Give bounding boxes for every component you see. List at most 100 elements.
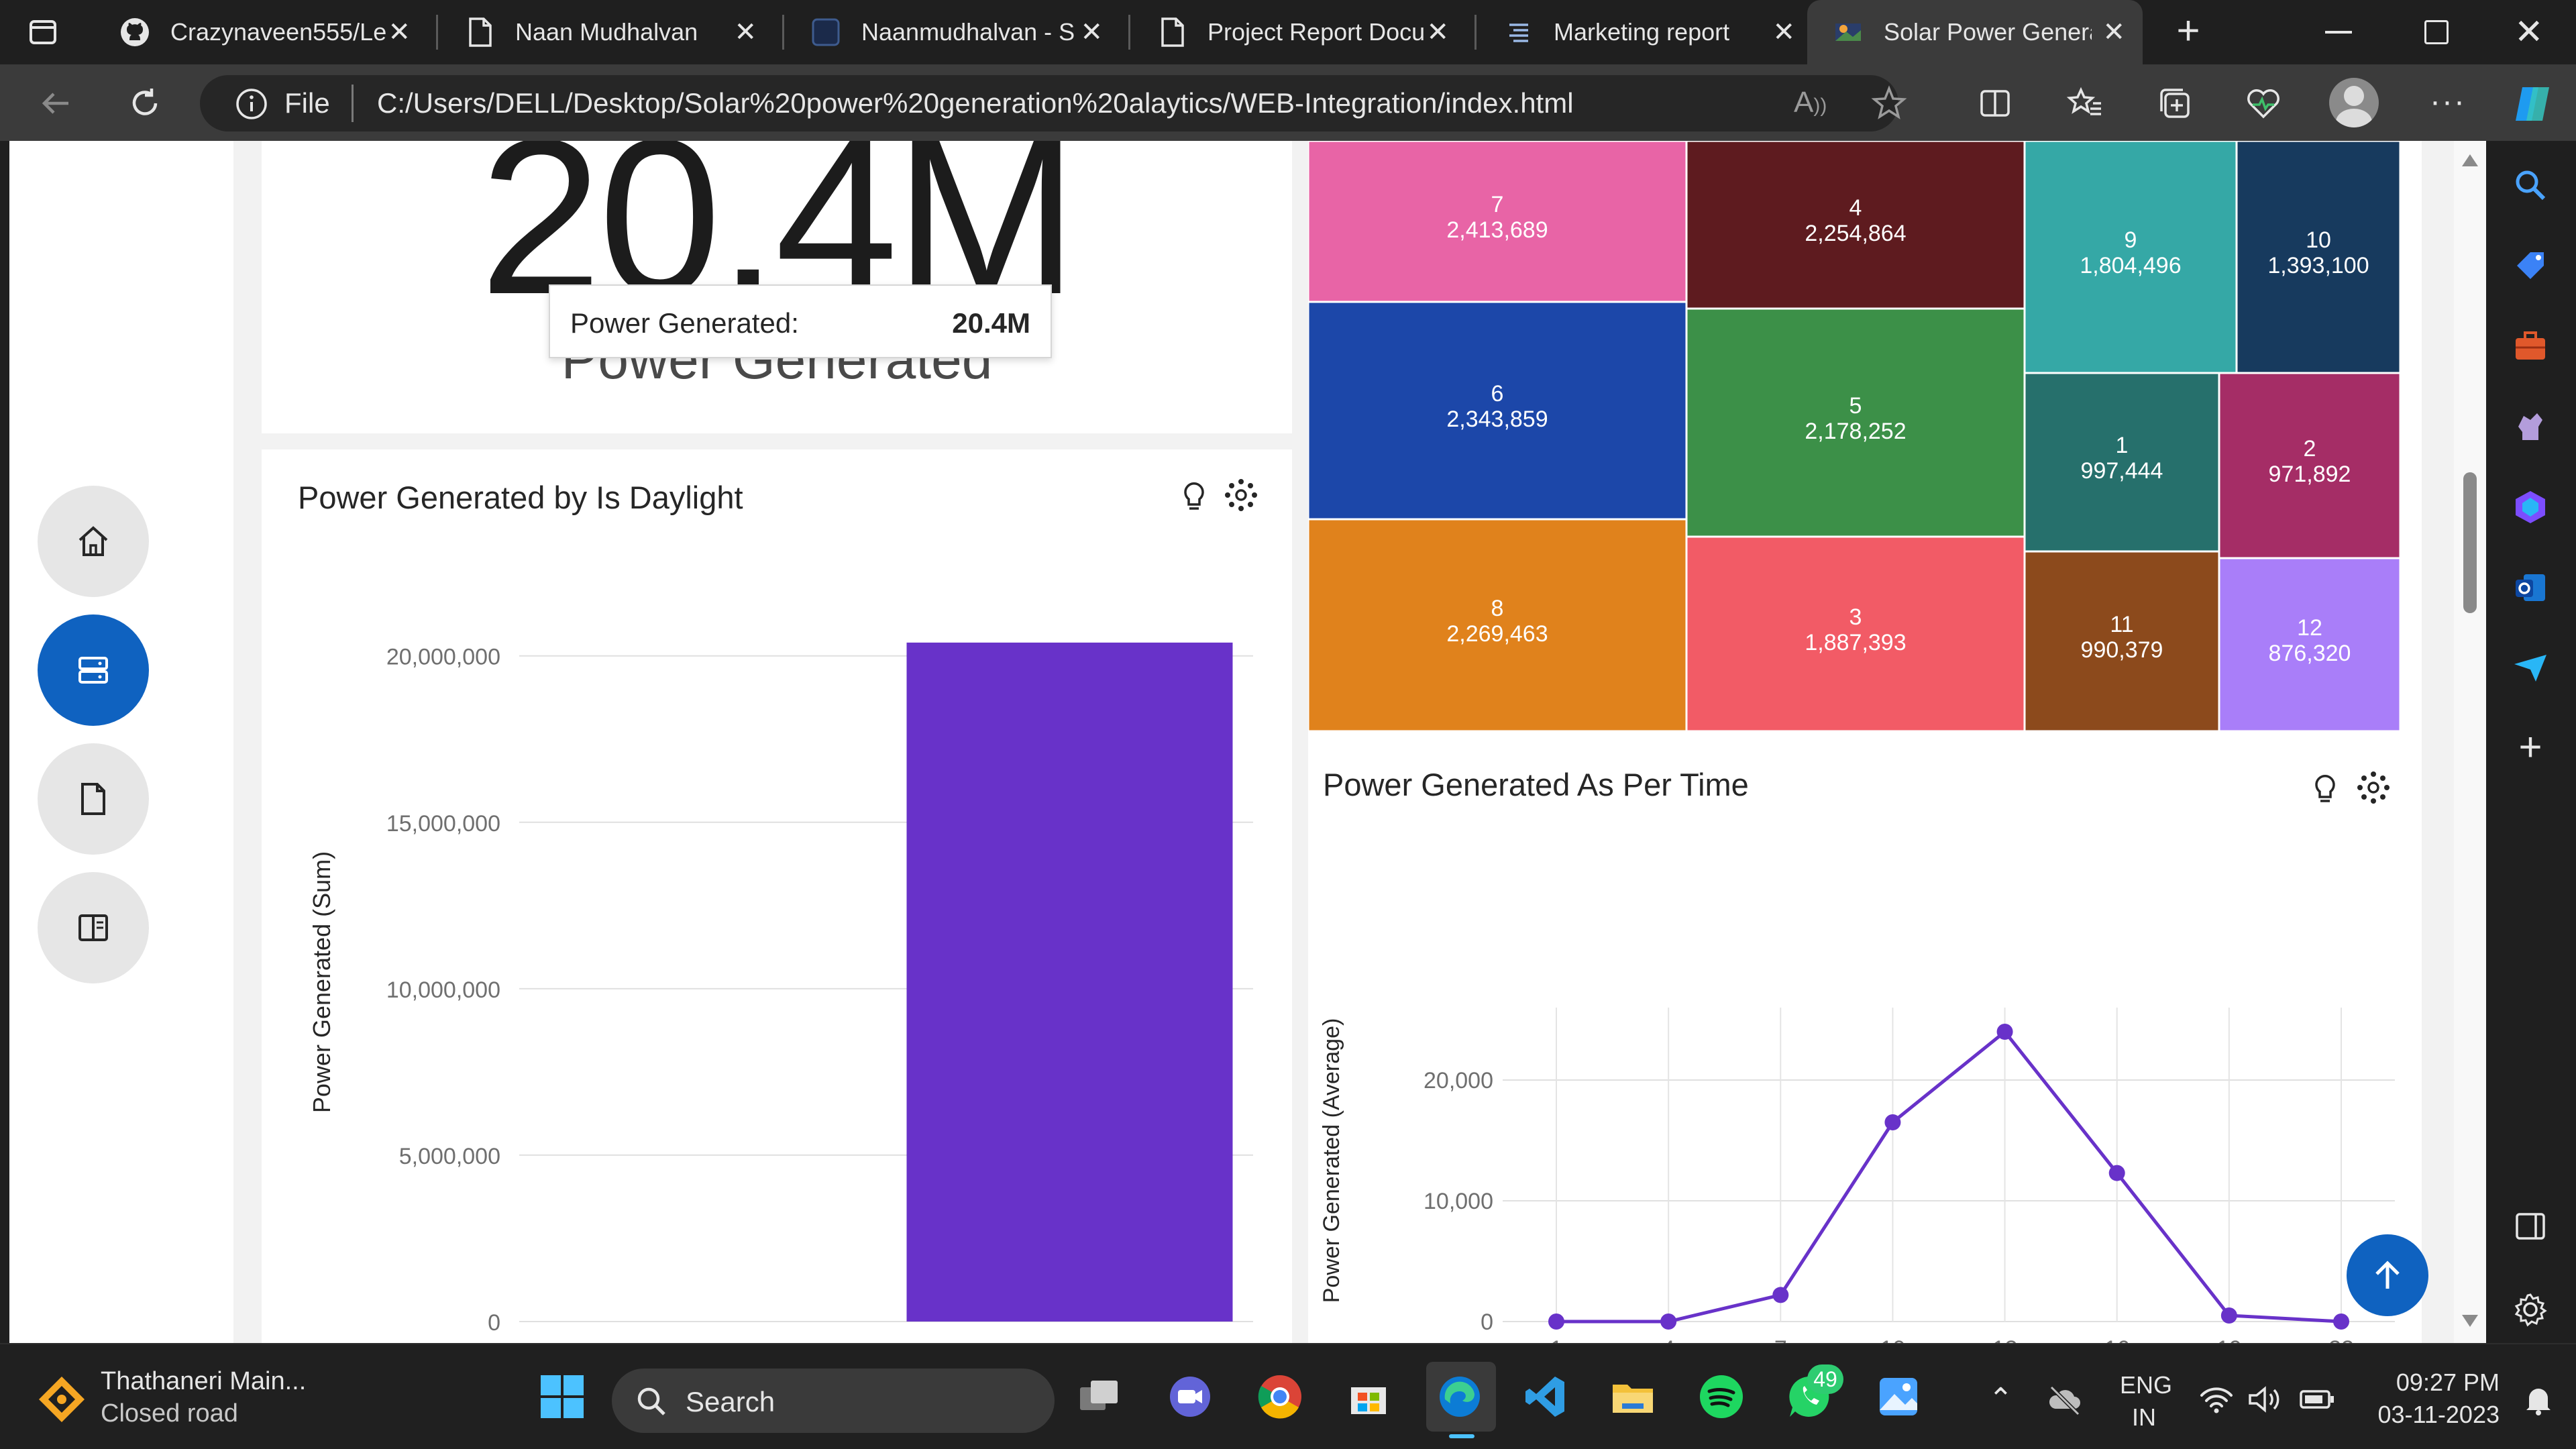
- x-tick-label: 22: [2328, 1336, 2354, 1343]
- clock-time[interactable]: 09:27 PM: [2372, 1368, 2500, 1397]
- edge-icon[interactable]: [1433, 1370, 1487, 1424]
- edge-sidebar: +: [2486, 141, 2576, 1343]
- wifi-icon[interactable]: [2198, 1381, 2235, 1418]
- weather-title[interactable]: Thathaneri Main...: [101, 1367, 306, 1396]
- close-tab-icon[interactable]: ✕: [2102, 19, 2125, 46]
- app-icon: [810, 17, 841, 48]
- send-icon[interactable]: [2510, 648, 2551, 688]
- favorite-star-icon[interactable]: [1861, 75, 1917, 131]
- split-screen-icon[interactable]: [1967, 75, 2023, 131]
- outlook-icon[interactable]: [2510, 568, 2551, 608]
- notification-badge: 49: [1807, 1364, 1843, 1394]
- scroll-to-top-button[interactable]: [2347, 1234, 2428, 1316]
- scroll-down-icon[interactable]: [2462, 1315, 2478, 1327]
- file-explorer-icon[interactable]: [1606, 1370, 1660, 1424]
- treemap-cell-label: 8: [1491, 596, 1504, 621]
- vscode-icon[interactable]: [1519, 1370, 1572, 1424]
- clock-date[interactable]: 03-11-2023: [2359, 1401, 2500, 1429]
- tab-project-report[interactable]: Project Report Docu ✕: [1131, 0, 1466, 64]
- tab-marketing-report[interactable]: Marketing report ✕: [1477, 0, 1813, 64]
- info-icon[interactable]: [235, 87, 268, 121]
- treemap-cell-label: 1: [2116, 433, 2129, 458]
- show-hidden-icons[interactable]: ⌃: [1988, 1382, 2013, 1416]
- copilot-icon[interactable]: [2509, 80, 2556, 127]
- data-point: [2220, 1307, 2237, 1324]
- more-menu-icon[interactable]: ···: [2430, 83, 2466, 120]
- chrome-icon[interactable]: [1253, 1370, 1307, 1424]
- minimize-icon[interactable]: [2325, 31, 2352, 34]
- tab-actions-icon[interactable]: [27, 16, 59, 48]
- y-tick-label: 15,000,000: [386, 811, 500, 837]
- treemap-cell-value: 1,887,393: [1805, 630, 1906, 655]
- y-tick-label: 10,000,000: [386, 977, 500, 1003]
- battery-icon[interactable]: [2297, 1381, 2337, 1418]
- task-view-icon[interactable]: [1073, 1370, 1127, 1424]
- notification-bell-icon[interactable]: [2520, 1381, 2557, 1418]
- database-icon: [78, 657, 108, 684]
- scroll-up-icon[interactable]: [2462, 154, 2478, 166]
- add-icon[interactable]: +: [2510, 727, 2551, 769]
- games-icon[interactable]: [2510, 407, 2551, 447]
- close-tab-icon[interactable]: ✕: [734, 19, 757, 46]
- tools-icon[interactable]: [2510, 326, 2551, 366]
- treemap-cell-label: 5: [1849, 393, 1862, 419]
- nav-dashboard-button[interactable]: [38, 614, 149, 726]
- search-icon[interactable]: [2510, 165, 2551, 205]
- volume-icon[interactable]: [2245, 1381, 2282, 1418]
- windows-start-icon[interactable]: [535, 1370, 589, 1424]
- tab-title: Naan Mudhalvan: [515, 18, 698, 46]
- nav-column: [9, 141, 233, 1343]
- tab-solar-power[interactable]: Solar Power Genera ✕: [1807, 0, 2143, 64]
- scrollbar-thumb[interactable]: [2463, 472, 2477, 613]
- x-tick-label: 13: [1992, 1336, 2018, 1343]
- cloud-offline-icon[interactable]: [2046, 1381, 2084, 1418]
- teams-meet-icon[interactable]: [1163, 1370, 1217, 1424]
- tab-github[interactable]: Crazynaveen555/Le ✕: [94, 0, 428, 64]
- new-tab-button[interactable]: +: [2165, 9, 2211, 55]
- nav-story-button[interactable]: [38, 872, 149, 983]
- spotify-icon[interactable]: [1695, 1370, 1748, 1424]
- treemap-card: 7 2,413,689 4 2,254,864 9 1,804,496 10 1,393,10…: [1308, 141, 2422, 731]
- profile-avatar[interactable]: [2329, 78, 2379, 127]
- tab-divider: [436, 15, 438, 50]
- tab-divider: [1128, 15, 1130, 50]
- favorites-icon[interactable]: [2057, 75, 2113, 131]
- gear-icon[interactable]: [2512, 1291, 2549, 1328]
- read-aloud-icon[interactable]: A)): [1794, 86, 1827, 119]
- close-tab-icon[interactable]: ✕: [1080, 19, 1103, 46]
- tab-title: Solar Power Genera: [1884, 18, 2092, 46]
- close-tab-icon[interactable]: ✕: [388, 19, 411, 46]
- shopping-tag-icon[interactable]: [2510, 246, 2551, 286]
- restore-icon[interactable]: [2424, 20, 2449, 44]
- back-icon[interactable]: [28, 75, 85, 131]
- url-text[interactable]: C:/Users/DELL/Desktop/Solar%20power%20ge…: [377, 87, 1574, 119]
- copilot-app-icon[interactable]: [2510, 487, 2551, 527]
- tab-naan-mudhalvan[interactable]: Naan Mudhalvan ✕: [439, 0, 774, 64]
- language-code[interactable]: ENG: [2120, 1371, 2172, 1399]
- close-window-icon[interactable]: ✕: [2514, 12, 2544, 52]
- language-region[interactable]: IN: [2120, 1403, 2168, 1432]
- photos-icon[interactable]: [1872, 1370, 1925, 1424]
- kpi-tooltip: Power Generated: 20.4M: [549, 284, 1052, 358]
- nav-home-button[interactable]: [38, 486, 149, 597]
- nav-report-button[interactable]: [38, 743, 149, 855]
- y-tick-label: 5,000,000: [399, 1144, 500, 1169]
- road-warning-icon[interactable]: [35, 1373, 89, 1426]
- close-tab-icon[interactable]: ✕: [1772, 19, 1795, 46]
- microsoft-store-icon[interactable]: [1342, 1370, 1395, 1424]
- data-point: [2108, 1165, 2125, 1181]
- treemap-cell-label: 12: [2297, 615, 2322, 641]
- y-tick-label: 20,000: [1424, 1068, 1493, 1093]
- collections-icon[interactable]: [2147, 75, 2203, 131]
- y-tick-label: 0: [488, 1310, 500, 1336]
- taskbar-search-box[interactable]: Search: [612, 1368, 1055, 1433]
- scrollbar[interactable]: [2454, 141, 2486, 1343]
- close-tab-icon[interactable]: ✕: [1426, 19, 1449, 46]
- sidebar-layout-icon[interactable]: [2513, 1209, 2548, 1244]
- refresh-icon[interactable]: [117, 75, 173, 131]
- tab-title: Naanmudhalvan - S: [861, 18, 1075, 46]
- treemap-cell-value: 1,804,496: [2080, 253, 2181, 278]
- tab-naanmudhalvan-s[interactable]: Naanmudhalvan - S ✕: [785, 0, 1120, 64]
- browser-essentials-icon[interactable]: [2235, 75, 2292, 131]
- data-point: [1548, 1313, 1564, 1330]
